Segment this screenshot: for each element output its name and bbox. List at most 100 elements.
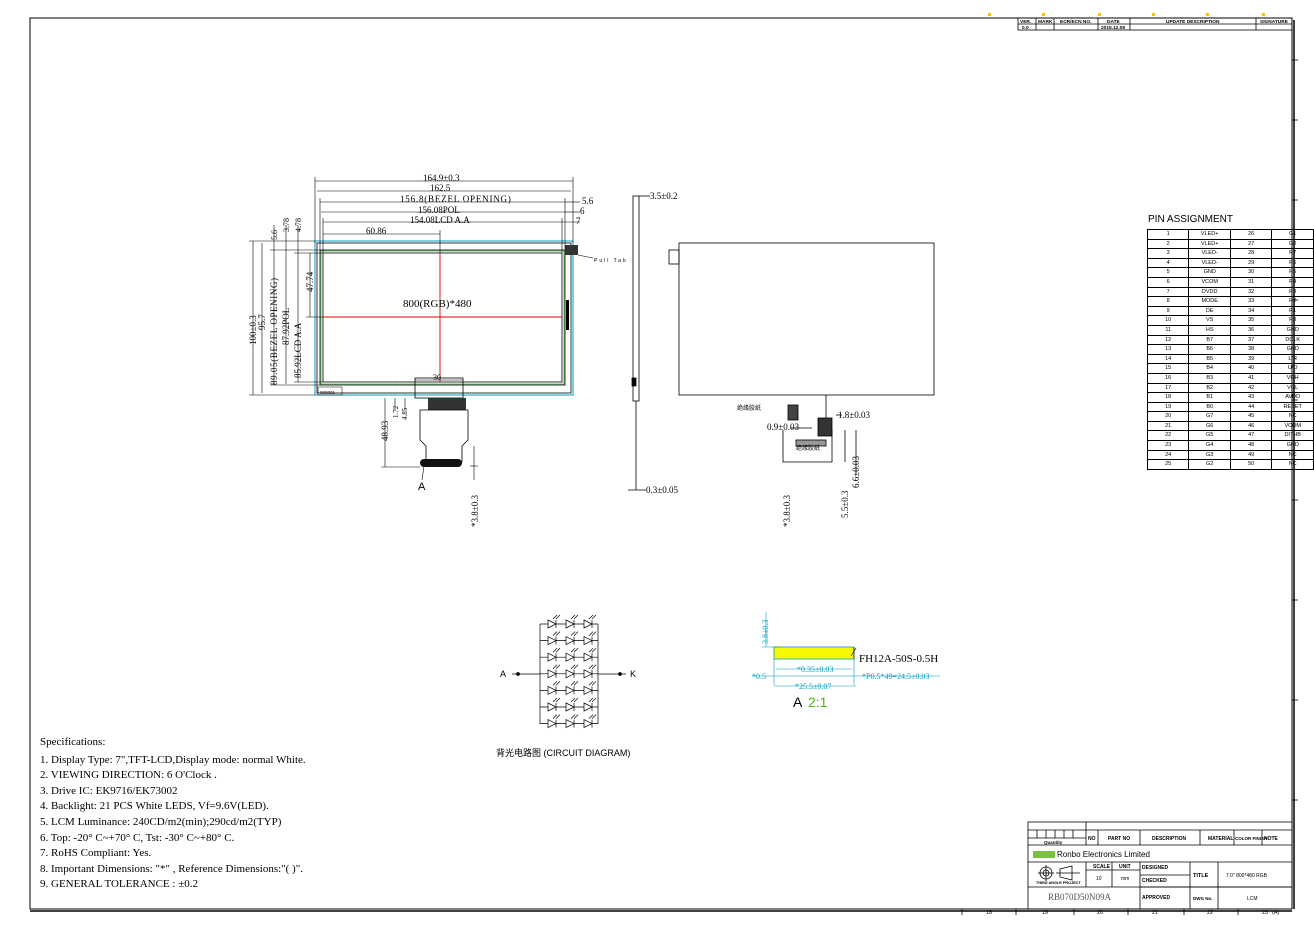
pin-cell: 29 bbox=[1229, 257, 1273, 269]
pin-cell: G4 bbox=[1188, 440, 1231, 451]
spec-item: 5. LCM Luminance: 240CD/m2(min);290cd/m2… bbox=[40, 815, 282, 828]
pin-cell: NC bbox=[1271, 459, 1314, 470]
pin-row: 13 B6 38 GND bbox=[1146, 344, 1314, 355]
border-mark: 21 bbox=[1152, 910, 1158, 916]
pin-cell: 15 bbox=[1146, 363, 1190, 374]
parts-header: NO bbox=[1088, 836, 1096, 842]
pin-cell: NC bbox=[1271, 449, 1314, 461]
pin-cell: 30 bbox=[1229, 267, 1273, 278]
pin-cell: 1 bbox=[1146, 229, 1190, 240]
parts-header: PART NO bbox=[1108, 836, 1130, 842]
led-diode bbox=[583, 702, 593, 712]
pin-cell: 36 bbox=[1229, 324, 1273, 336]
pin-assignment-table: 1 VLED+ 26 G1 2 VLED+ 27 G0 3 VLED- 28 R7 4 VLED- 29 R6… bbox=[1146, 229, 1314, 470]
border-mark: 20 bbox=[1097, 910, 1103, 916]
pin-cell: 21 bbox=[1146, 420, 1190, 432]
pin-cell: VLED+ bbox=[1188, 238, 1231, 250]
pin-cell: VS bbox=[1188, 315, 1231, 326]
pin-cell: DVDD bbox=[1188, 286, 1231, 298]
pin-cell: 33 bbox=[1229, 296, 1273, 307]
unit-value: mm bbox=[1121, 876, 1129, 882]
rev-header: ECR/ECN NO. bbox=[1060, 19, 1091, 25]
spec-item: 8. Important Dimensions: "*" , Reference… bbox=[40, 862, 303, 875]
pin-cell: B1 bbox=[1188, 392, 1231, 403]
connector-dim-3-8: 3.8±0.3 bbox=[761, 620, 770, 644]
resolution-label: 800(RGB)*480 bbox=[403, 298, 472, 310]
pin-cell: 12 bbox=[1146, 334, 1190, 346]
approved-label: APPROVED bbox=[1142, 895, 1170, 901]
pin-assignment-title: PIN ASSIGNMENT bbox=[1148, 214, 1234, 225]
rev-header: MARK bbox=[1038, 19, 1053, 25]
dim-fpc-48-93: 48.93 bbox=[380, 420, 390, 441]
pin-cell: DE bbox=[1188, 305, 1231, 317]
pin-cell: 23 bbox=[1146, 440, 1190, 451]
led-diode bbox=[583, 652, 593, 662]
detail-scale: 2:1 bbox=[808, 694, 828, 710]
rev-date: 2015.12.08 bbox=[1101, 25, 1125, 31]
pin-cell: 25 bbox=[1146, 459, 1190, 470]
rev-header: SIGNATURE bbox=[1260, 19, 1289, 25]
pin-cell: G2 bbox=[1188, 459, 1231, 470]
pin-cell: 48 bbox=[1229, 440, 1273, 451]
pin-cell: MODE bbox=[1188, 296, 1231, 307]
back-dim-1-8: 1.8±0.03 bbox=[838, 410, 870, 420]
pin-cell: 37 bbox=[1229, 334, 1273, 346]
pin-cell: 35 bbox=[1229, 315, 1273, 326]
pin-cell: VGH bbox=[1271, 372, 1314, 384]
pin-cell: R0 bbox=[1271, 315, 1314, 326]
spec-item: 6. Top: -20° C~+70° C, Tst: -30° C~+80° … bbox=[40, 831, 235, 844]
led-diode bbox=[565, 719, 575, 729]
pin-cell: HS bbox=[1188, 324, 1231, 336]
pin-row: 12 B7 37 DCLK bbox=[1146, 334, 1314, 346]
pin-cell: U/D bbox=[1271, 363, 1314, 374]
pin-cell: B5 bbox=[1188, 353, 1231, 365]
pin-row: 7 DVDD 32 R3 bbox=[1146, 286, 1314, 298]
pin-row: 22 G5 47 DITHB bbox=[1146, 430, 1314, 442]
pin-cell: 24 bbox=[1146, 449, 1190, 461]
pin-cell: DITHB bbox=[1271, 430, 1314, 442]
border-mark: 22 bbox=[1207, 910, 1213, 916]
spec-item: 9. GENERAL TOLERANCE : ±0.2 bbox=[40, 878, 198, 891]
insulation-tape-label: 绝缘胶纸 bbox=[796, 444, 820, 452]
led-diode bbox=[565, 669, 575, 679]
led-diode bbox=[565, 619, 575, 629]
pin-cell: B2 bbox=[1188, 382, 1231, 394]
pin-cell: 16 bbox=[1146, 372, 1190, 384]
connector-dim-pitch: *P0.5*49=24.5±0.03 bbox=[862, 672, 929, 681]
insulation-tape-label: 绝缘胶纸 bbox=[737, 404, 761, 412]
dim-fpc-3-8: *3.8±0.3 bbox=[470, 495, 480, 527]
pull-tab-label: Pull Tab bbox=[594, 258, 628, 264]
led-diode bbox=[547, 719, 557, 729]
pin-cell: 17 bbox=[1146, 382, 1190, 394]
connector-part: FH12A-50S-0.5H bbox=[859, 653, 938, 665]
pin-row: 9 DE 34 R1 bbox=[1146, 305, 1314, 317]
title-label: TITLE bbox=[1193, 873, 1209, 879]
led-diode bbox=[583, 719, 593, 729]
dim-width-outline: 164.9±0.3 bbox=[423, 173, 460, 183]
unit-label: UNIT bbox=[1119, 864, 1131, 870]
pin-cell: 47 bbox=[1229, 430, 1273, 442]
pin-row: 10 VS 35 R0 bbox=[1146, 315, 1314, 326]
led-diode bbox=[565, 652, 575, 662]
back-dim-5-5: 5.5±0.3 bbox=[840, 490, 850, 518]
pin-row: 14 B5 39 L/R bbox=[1146, 353, 1314, 365]
pin-cell: 2 bbox=[1146, 238, 1190, 250]
pin-cell: VLED+ bbox=[1188, 229, 1231, 240]
led-diode bbox=[547, 685, 557, 695]
pin-cell: 20 bbox=[1146, 411, 1190, 422]
pin-cell: 28 bbox=[1229, 248, 1273, 259]
pin-row: 4 VLED- 29 R6 bbox=[1146, 257, 1314, 269]
led-diode bbox=[565, 636, 575, 646]
pin-cell: L/R bbox=[1271, 353, 1314, 365]
specifications: Specifications: 1. Display Type: 7",TFT-… bbox=[40, 735, 560, 893]
pin-cell: DCLK bbox=[1271, 334, 1314, 346]
spec-item: 2. VIEWING DIRECTION: 6 O'Clock . bbox=[40, 769, 217, 782]
pin-cell: R7 bbox=[1271, 248, 1314, 259]
rev-header: VER. bbox=[1020, 19, 1031, 25]
spec-item: 4. Backlight: 21 PCS White LEDS, Vf=9.6V… bbox=[40, 800, 269, 813]
pin-cell: R5 bbox=[1271, 267, 1314, 278]
pin-row: 21 G6 46 VCOM bbox=[1146, 420, 1314, 432]
pin-cell: VCOM bbox=[1188, 276, 1231, 288]
rev-header: UPDATE DESCRIPTION bbox=[1166, 19, 1220, 25]
pin-cell: B6 bbox=[1188, 344, 1231, 355]
